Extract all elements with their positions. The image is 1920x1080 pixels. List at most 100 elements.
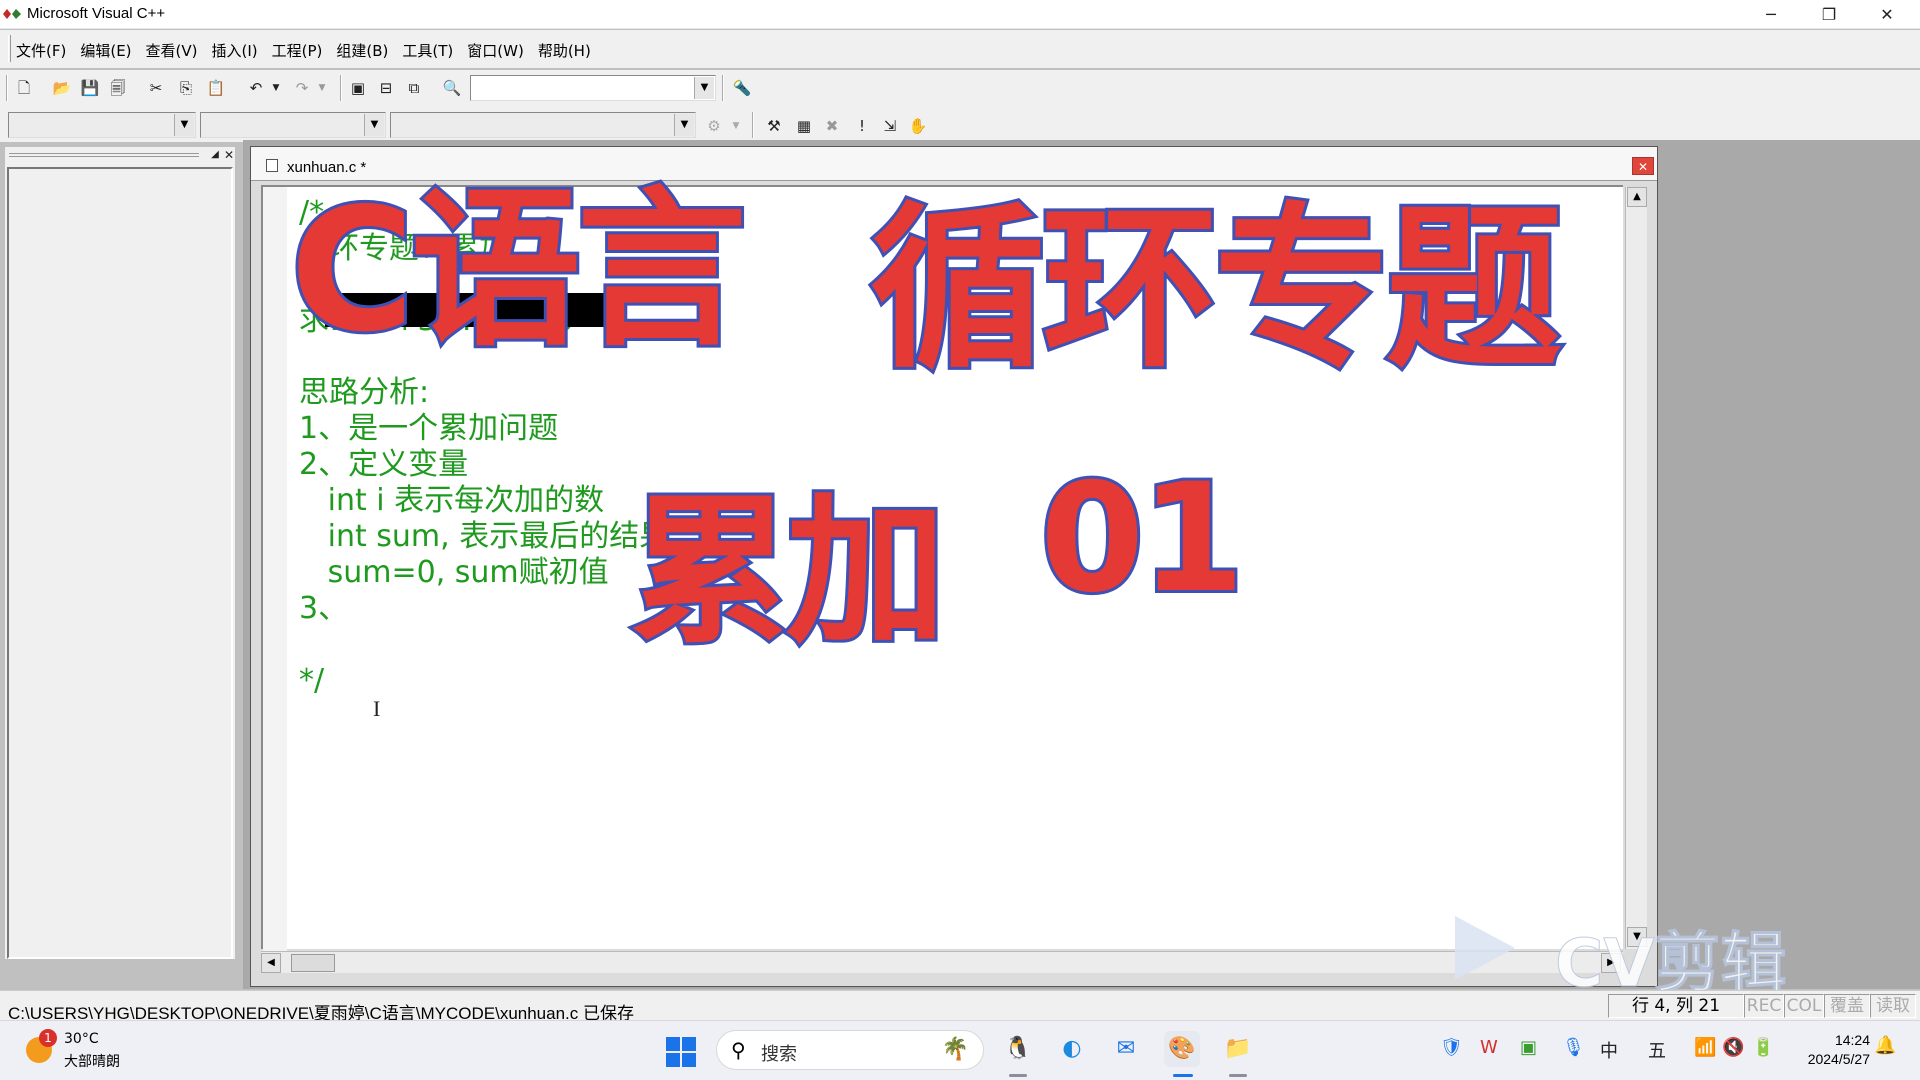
visual-cpp-taskbar-icon[interactable]: 🎨: [1164, 1031, 1200, 1067]
weather-desc: 大部晴朗: [64, 1054, 120, 1070]
horizontal-scrollbar[interactable]: ◀ ▶: [261, 951, 1623, 973]
overlay-title-c: C语言: [287, 169, 750, 373]
clock[interactable]: 14:24 2024/5/27: [1808, 1031, 1870, 1069]
menu-grip[interactable]: [8, 35, 11, 62]
search-placeholder: 搜索: [761, 1044, 797, 1065]
find-icon[interactable]: 🔦: [730, 76, 754, 100]
document-icon: [266, 159, 278, 172]
find-combo-arrow-icon[interactable]: ▼: [694, 77, 714, 99]
minimize-button[interactable]: ─: [1742, 0, 1800, 29]
workspace-toggle-icon[interactable]: ▣: [346, 76, 370, 100]
microphone-icon[interactable]: 🎙: [1562, 1037, 1585, 1058]
code-line: sum=0, sum赋初值: [299, 555, 609, 590]
overlay-episode: 01: [1037, 449, 1248, 629]
status-position: 行 4, 列 21: [1608, 994, 1744, 1018]
compile-icon[interactable]: ⚒: [762, 114, 786, 138]
scroll-up-icon[interactable]: ▲: [1627, 187, 1647, 207]
redo-dropdown-icon: ▼: [318, 83, 326, 93]
wizard-toolbar: ▼ ▼ ▼ ⚙ ▼ ⚒ ▦ ✖ ! ⇲ ✋: [0, 106, 1920, 142]
close-button[interactable]: ✕: [1858, 0, 1916, 29]
build-icon[interactable]: ▦: [792, 114, 816, 138]
wifi-icon[interactable]: 📶: [1694, 1037, 1716, 1058]
clock-time: 14:24: [1834, 1032, 1870, 1048]
output-window-icon[interactable]: ⊟: [374, 76, 398, 100]
copy-icon[interactable]: ⎘: [174, 76, 198, 100]
code-line: */: [299, 663, 325, 698]
code-line: 3、: [299, 591, 349, 626]
security-icon[interactable]: 🛡: [1440, 1037, 1463, 1058]
execute-icon[interactable]: !: [850, 114, 874, 138]
cut-icon[interactable]: ✂: [144, 76, 168, 100]
scroll-left-icon[interactable]: ◀: [261, 953, 281, 973]
menu-build[interactable]: 组建(B): [336, 40, 388, 61]
go-icon[interactable]: ⇲: [878, 114, 902, 138]
menu-edit[interactable]: 编辑(E): [80, 40, 131, 61]
nvidia-icon[interactable]: ▣: [1520, 1037, 1537, 1058]
breakpoint-hand-icon[interactable]: ✋: [906, 114, 930, 138]
text-cursor-icon: I: [373, 696, 381, 721]
status-read: 读取: [1870, 994, 1916, 1018]
play-logo-icon: [1455, 916, 1515, 980]
edge-icon[interactable]: ◐: [1054, 1031, 1090, 1067]
restore-button[interactable]: ❐: [1800, 0, 1858, 29]
code-line: 思路分析:: [299, 375, 430, 410]
vertical-scrollbar[interactable]: ▲ ▼: [1625, 187, 1647, 949]
taskbar-search[interactable]: ⚲ 搜索 🌴: [716, 1030, 984, 1070]
status-col: COL: [1784, 994, 1824, 1018]
mail-icon[interactable]: ✉: [1108, 1031, 1144, 1067]
code-line: int sum, 表示最后的结果: [299, 519, 670, 554]
search-icon: ⚲: [731, 1038, 746, 1062]
save-icon[interactable]: 💾: [78, 76, 102, 100]
weather-temp: 30°C: [64, 1031, 99, 1047]
menu-view[interactable]: 查看(V): [146, 40, 198, 61]
battery-icon[interactable]: 🔋: [1752, 1037, 1774, 1058]
status-ovr: 覆盖: [1824, 994, 1870, 1018]
status-rec: REC: [1744, 994, 1784, 1018]
menu-insert[interactable]: 插入(I): [212, 40, 258, 61]
paste-icon[interactable]: 📋: [204, 76, 228, 100]
undo-dropdown-icon[interactable]: ▼: [264, 76, 288, 100]
menu-file[interactable]: 文件(F): [16, 40, 66, 61]
stop-build-icon: ✖: [825, 117, 839, 135]
workspace-tree[interactable]: [7, 167, 233, 959]
ime-mode[interactable]: 五: [1648, 1037, 1666, 1063]
editor-close-icon[interactable]: ✕: [1632, 157, 1654, 175]
window-list-icon[interactable]: ⧉: [402, 76, 426, 100]
volume-muted-icon[interactable]: 🔇: [1722, 1037, 1744, 1058]
search-highlight-icon: 🌴: [941, 1037, 969, 1062]
code-line: int i 表示每次加的数: [299, 483, 605, 518]
save-all-icon[interactable]: 🗐: [106, 76, 130, 100]
horizontal-scroll-thumb[interactable]: [291, 954, 335, 972]
find-in-files-icon[interactable]: 🔍: [440, 76, 464, 100]
menu-project[interactable]: 工程(P): [272, 40, 323, 61]
watermark: CV剪辑: [1455, 910, 1815, 1003]
notification-badge: 1: [39, 1029, 57, 1047]
panel-close-icon[interactable]: ✕: [217, 143, 241, 167]
menu-tools[interactable]: 工具(T): [402, 40, 453, 61]
overlay-subtitle: 累加: [627, 475, 949, 668]
menu-help[interactable]: 帮助(H): [538, 40, 591, 61]
workspace-panel: ◢ ✕: [5, 147, 235, 959]
new-file-icon[interactable]: 🗋: [12, 76, 36, 100]
menu-window[interactable]: 窗口(W): [467, 40, 524, 61]
class-combo: ▼: [8, 112, 196, 138]
notification-bell-icon[interactable]: 🔔: [1874, 1035, 1896, 1056]
selection-margin: [263, 187, 287, 951]
find-combo[interactable]: ▼: [470, 75, 716, 101]
visual-cpp-icon: [3, 9, 21, 19]
code-line: 2、定义变量: [299, 447, 469, 482]
clock-date: 2024/5/27: [1807, 1051, 1870, 1067]
standard-toolbar: 🗋 📂 💾 🗐 ✂ ⎘ 📋 ↶ ▼ ↷ ▼ ▣ ⊟ ⧉ 🔍 ▼ 🔦: [0, 70, 1920, 106]
window-title: Microsoft Visual C++: [27, 5, 166, 22]
overlay-title-loop: 循环专题: [867, 184, 1565, 395]
wps-icon[interactable]: W: [1480, 1037, 1498, 1058]
open-folder-icon[interactable]: 📂: [50, 76, 74, 100]
windows-start-icon[interactable]: [666, 1037, 696, 1067]
taskbar: 1 30°C 大部晴朗 ⚲ 搜索 🌴 🐧 ◐ ✉ 🎨 📁 🛡 W ▣ 🎙 中 五…: [0, 1020, 1920, 1080]
status-bar: C:\USERS\YHG\DESKTOP\ONEDRIVE\夏雨婷\C语言\MY…: [0, 990, 1920, 1023]
qq-icon[interactable]: 🐧: [1000, 1031, 1036, 1067]
title-bar: Microsoft Visual C++ ─ ❐ ✕: [0, 0, 1920, 29]
ime-language[interactable]: 中: [1600, 1037, 1618, 1063]
code-line: 1、是一个累加问题: [299, 411, 559, 446]
file-explorer-icon[interactable]: 📁: [1220, 1031, 1256, 1067]
